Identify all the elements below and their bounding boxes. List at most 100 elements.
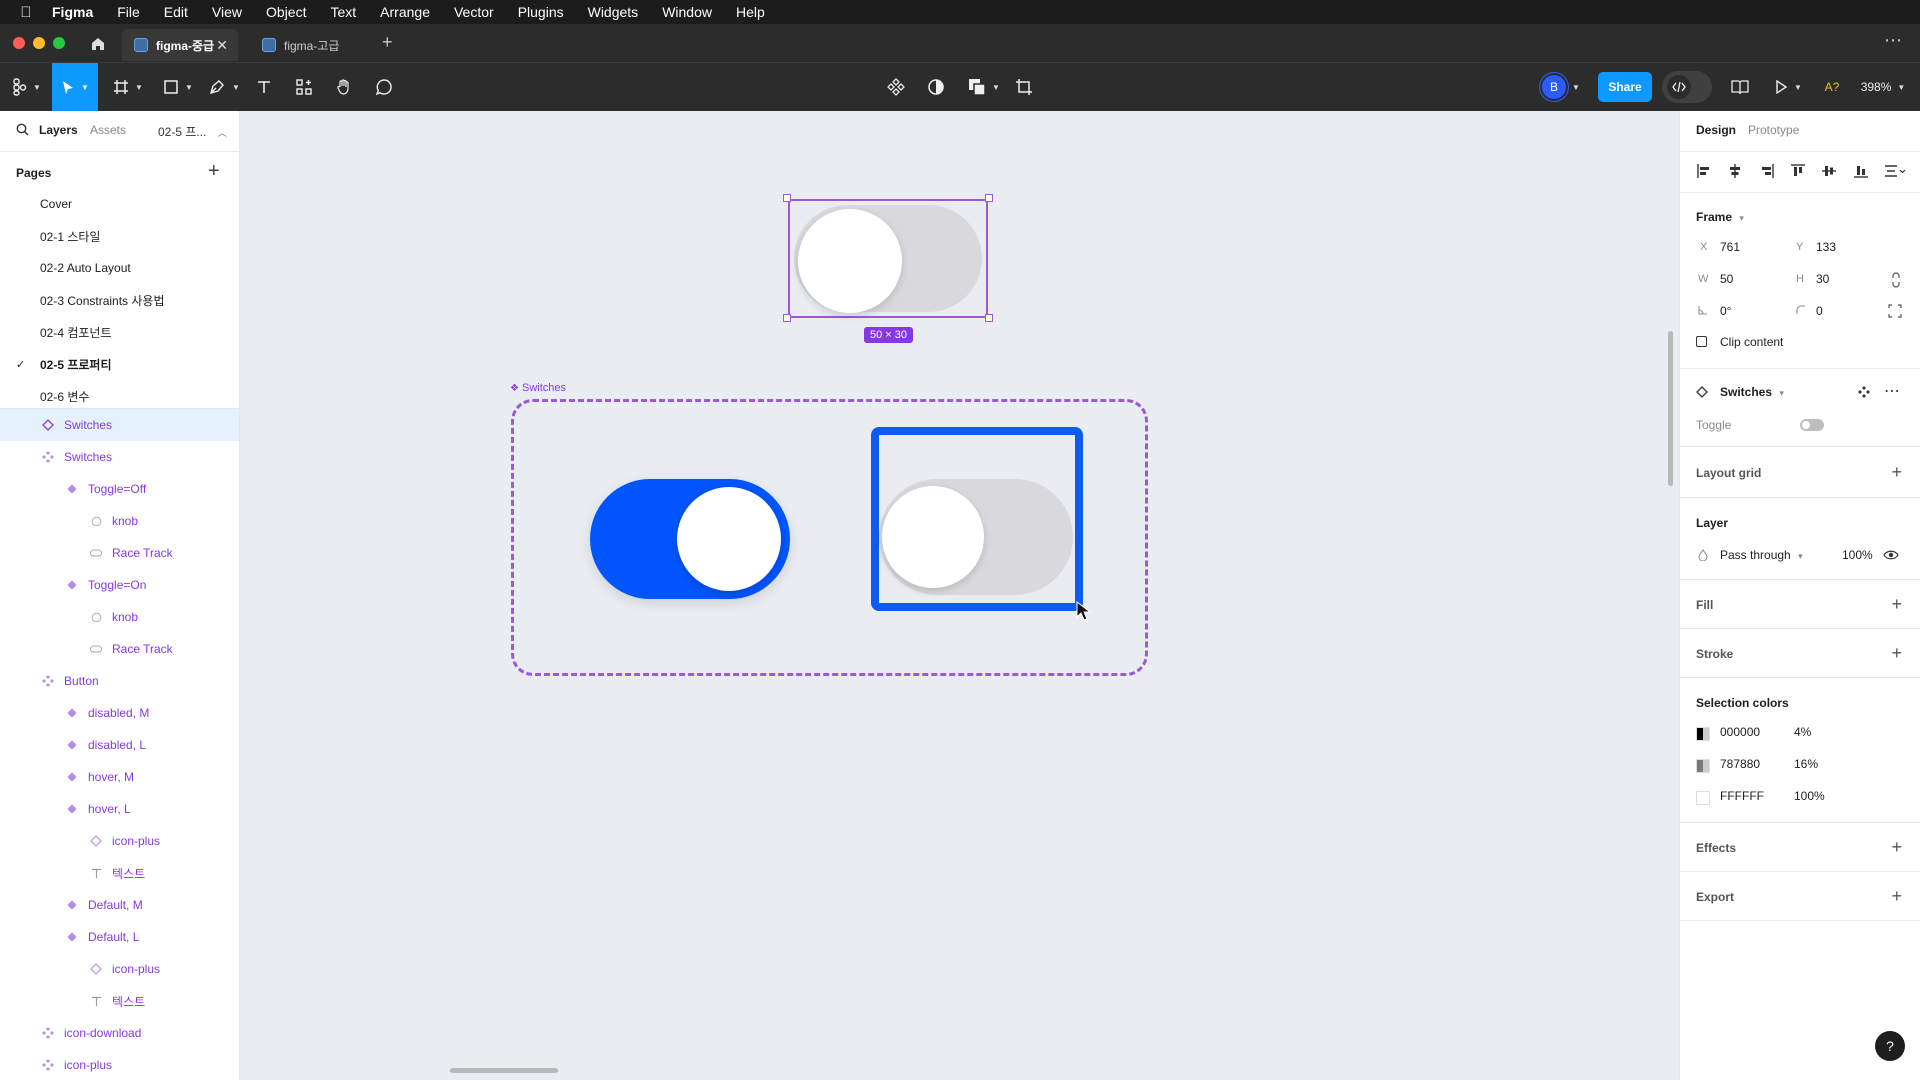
eye-icon[interactable] (1883, 549, 1899, 561)
layer-opacity-input[interactable]: 100% (1842, 548, 1873, 562)
minimize-window-icon[interactable] (33, 37, 45, 49)
align-left-icon[interactable] (1696, 163, 1712, 179)
align-bottom-icon[interactable] (1853, 163, 1869, 179)
crop-icon[interactable] (1012, 71, 1036, 103)
zoom-control[interactable]: 398% ▼ (1858, 71, 1908, 103)
move-tool-button[interactable]: ▼ (52, 63, 98, 112)
menu-view[interactable]: View (212, 4, 242, 20)
more-options-icon[interactable]: ⋯ (1884, 381, 1900, 401)
main-menu-icon[interactable]: ▼ (10, 71, 44, 103)
canvas[interactable]: 50 × 30 ❖ Switches (240, 111, 1679, 1080)
add-stroke-icon[interactable]: + (1891, 644, 1902, 662)
blend-mode-select[interactable]: Pass through ▾ (1720, 548, 1803, 562)
mask-icon[interactable] (924, 71, 948, 103)
text-tool-icon[interactable] (252, 71, 276, 103)
align-middle-vertical-icon[interactable] (1821, 163, 1837, 179)
add-fill-icon[interactable]: + (1891, 595, 1902, 613)
page-selector[interactable]: 02-5 프... ︿ (158, 123, 227, 140)
page-item[interactable]: 02-4 컴포넌트 (0, 316, 239, 348)
independent-corners-icon[interactable] (1888, 304, 1902, 318)
resize-handle[interactable] (783, 194, 791, 202)
page-item[interactable]: 02-2 Auto Layout (0, 252, 239, 284)
layer-item[interactable]: Toggle=On (0, 569, 239, 601)
selection-box[interactable] (788, 199, 988, 318)
layer-item[interactable]: hover, L (0, 793, 239, 825)
align-top-icon[interactable] (1790, 163, 1806, 179)
comment-tool-icon[interactable] (372, 71, 396, 103)
toggle-off-selected[interactable] (871, 427, 1083, 611)
layer-item[interactable]: icon-download (0, 1017, 239, 1049)
layer-item[interactable]: disabled, M (0, 697, 239, 729)
align-right-icon[interactable] (1759, 163, 1775, 179)
layer-item[interactable]: icon-plus (0, 825, 239, 857)
component-name[interactable]: Switches ▾ (1720, 385, 1784, 399)
color-opacity[interactable]: 4% (1794, 725, 1811, 739)
clip-content-checkbox[interactable] (1696, 336, 1707, 347)
color-swatch[interactable] (1696, 791, 1710, 805)
dev-mode-toggle[interactable] (1662, 71, 1712, 103)
help-button[interactable]: ? (1875, 1031, 1905, 1061)
tab-layers[interactable]: Layers (39, 123, 78, 137)
layer-item[interactable]: icon-plus (0, 953, 239, 985)
page-item[interactable]: 02-3 Constraints 사용법 (0, 284, 239, 316)
ai-badge[interactable]: A? (1820, 71, 1844, 103)
add-effect-icon[interactable]: + (1891, 838, 1902, 856)
rectangle-tool-icon[interactable]: ▼ (160, 71, 196, 103)
layer-item[interactable]: 텍스트 (0, 857, 239, 889)
home-icon[interactable] (86, 32, 110, 56)
menu-help[interactable]: Help (736, 4, 765, 20)
layer-item[interactable]: disabled, L (0, 729, 239, 761)
toggle-on[interactable] (590, 479, 790, 599)
tab-figma-advanced[interactable]: figma-고급 (250, 29, 366, 61)
layer-item[interactable]: Switches (0, 409, 239, 441)
menu-app[interactable]: Figma (52, 4, 93, 20)
present-icon[interactable]: ▼ (1772, 71, 1804, 103)
distribute-icon[interactable] (1884, 163, 1906, 179)
more-icon[interactable]: ⋯ (1884, 30, 1902, 51)
boolean-icon[interactable]: ▼ (964, 71, 1004, 103)
menu-file[interactable]: File (117, 4, 140, 20)
color-hex[interactable]: FFFFFF (1720, 789, 1764, 803)
layer-item[interactable]: Race Track (0, 537, 239, 569)
frame-label[interactable]: ❖ Switches (510, 382, 566, 394)
w-input[interactable]: 50 (1720, 272, 1733, 286)
tab-prototype[interactable]: Prototype (1748, 123, 1799, 137)
add-layout-grid-icon[interactable]: + (1891, 463, 1902, 481)
resize-handle[interactable] (985, 314, 993, 322)
layer-item[interactable]: knob (0, 601, 239, 633)
menu-widgets[interactable]: Widgets (588, 4, 639, 20)
menu-arrange[interactable]: Arrange (380, 4, 430, 20)
layer-item[interactable]: 텍스트 (0, 985, 239, 1017)
page-item[interactable]: ✓ 02-5 프로퍼티 (0, 348, 239, 380)
page-item[interactable]: 02-1 스타일 (0, 220, 239, 252)
new-tab-icon[interactable]: + (382, 32, 393, 53)
color-swatch[interactable] (1696, 727, 1710, 741)
tab-figma-intermediate[interactable]: figma-중급 ✕ (122, 29, 238, 61)
resize-handle[interactable] (985, 194, 993, 202)
page-item[interactable]: Cover (0, 188, 239, 220)
menu-vector[interactable]: Vector (454, 4, 494, 20)
layer-item[interactable]: Switches (0, 441, 239, 473)
add-page-icon[interactable]: + (208, 161, 220, 181)
y-input[interactable]: 133 (1816, 240, 1836, 254)
menu-object[interactable]: Object (266, 4, 306, 20)
hand-tool-icon[interactable] (332, 71, 356, 103)
search-icon[interactable] (16, 123, 29, 139)
rotation-input[interactable]: 0° (1720, 304, 1731, 318)
layer-item[interactable]: Default, L (0, 921, 239, 953)
apple-icon[interactable]:  (0, 4, 52, 21)
frame-section-title[interactable]: Frame ▾ (1696, 210, 1744, 224)
menu-text[interactable]: Text (330, 4, 356, 20)
align-center-horizontal-icon[interactable] (1727, 163, 1743, 179)
library-icon[interactable] (1728, 71, 1752, 103)
x-input[interactable]: 761 (1720, 240, 1740, 254)
menu-window[interactable]: Window (662, 4, 712, 20)
layer-item[interactable]: Toggle=Off (0, 473, 239, 505)
close-window-icon[interactable] (13, 37, 25, 49)
resize-handle[interactable] (783, 314, 791, 322)
avatar[interactable]: B ▼ (1540, 71, 1582, 103)
pen-tool-icon[interactable]: ▼ (206, 71, 242, 103)
color-swatch[interactable] (1696, 759, 1710, 773)
color-opacity[interactable]: 100% (1794, 789, 1825, 803)
tab-assets[interactable]: Assets (90, 123, 126, 137)
